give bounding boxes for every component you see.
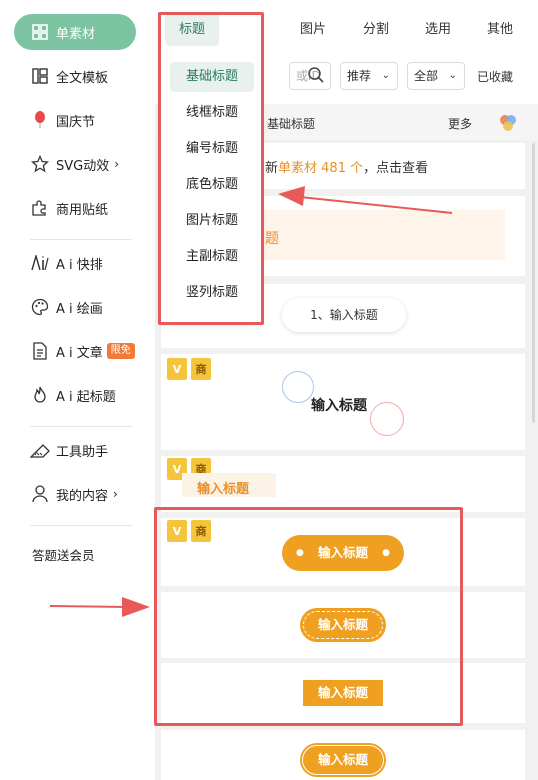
arrow-to-samples-head bbox=[122, 597, 150, 617]
arrow-to-dropdown-shaft bbox=[299, 196, 453, 214]
app-window: 单素材 全文模板 国庆节 SVG动效 › 商用贴纸 A i 快排 A i 绘画 … bbox=[0, 0, 538, 780]
arrow-to-samples-shaft bbox=[49, 605, 129, 608]
arrow-to-dropdown-head bbox=[278, 186, 305, 206]
annotation-arrows bbox=[49, 186, 453, 617]
